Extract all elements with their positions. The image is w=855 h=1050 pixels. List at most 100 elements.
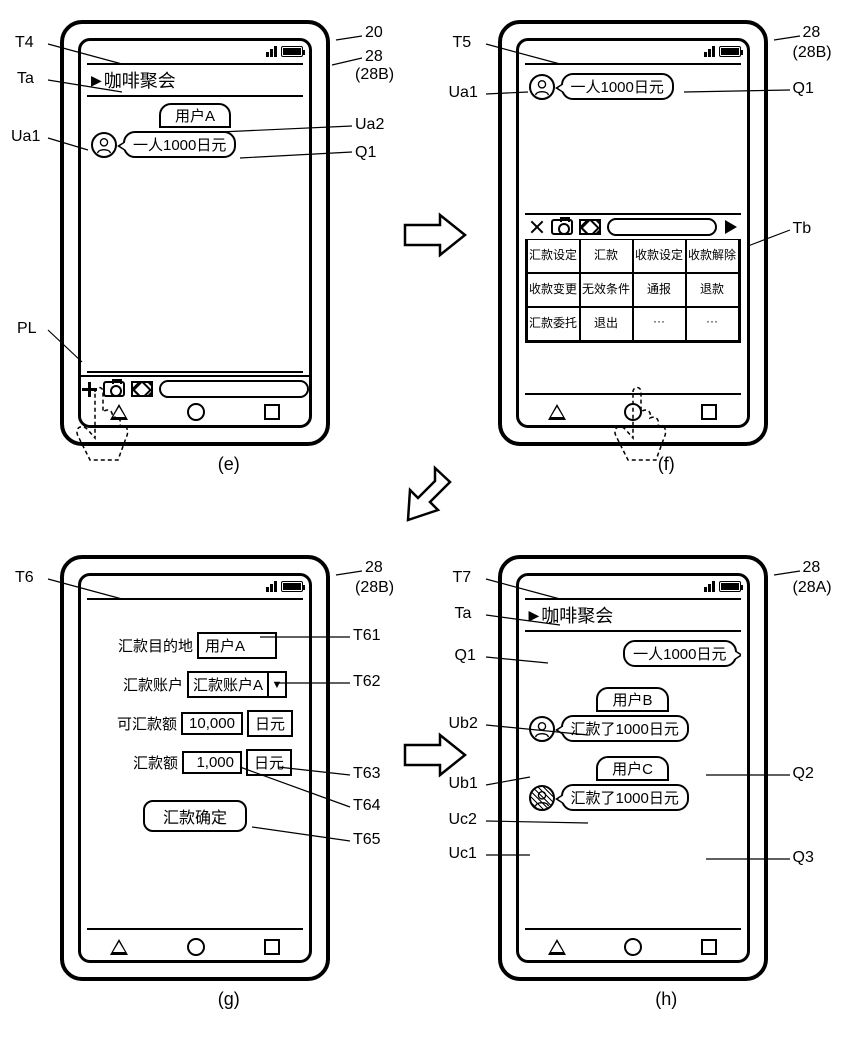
user-c-label: 用户C <box>596 756 669 781</box>
message-input[interactable] <box>159 380 309 398</box>
confirm-button[interactable]: 汇款确定 <box>143 800 247 832</box>
camera-icon[interactable] <box>551 219 573 235</box>
dest-label: 汇款目的地 <box>113 635 193 656</box>
menu-item[interactable]: 退款 <box>686 273 739 307</box>
avail-unit: 日元 <box>247 710 293 737</box>
label-28a: (28A) <box>792 579 833 597</box>
close-icon[interactable] <box>529 219 545 235</box>
nav-recent-icon[interactable] <box>264 939 280 955</box>
signal-icon <box>704 581 715 592</box>
nav-home-icon[interactable] <box>187 403 205 421</box>
nav-bar <box>81 932 309 960</box>
nav-bar <box>519 932 747 960</box>
label-28: 28 <box>364 559 384 577</box>
menu-item[interactable]: 汇款委托 <box>527 307 580 341</box>
label-t4: T4 <box>14 34 35 52</box>
menu-item[interactable]: 收款设定 <box>633 239 686 273</box>
panel-e: ▶ 咖啡聚会 用户A 一人1000日元 <box>10 10 408 505</box>
label-q1: Q1 <box>354 144 377 162</box>
arrow-right-icon: ▶ <box>529 607 540 624</box>
message-bubble: 一人1000日元 <box>561 73 674 100</box>
phone-screen: ▶ 咖啡聚会 一人1000日元 用户B 汇款了1000日元 用户C <box>516 573 750 963</box>
acct-label: 汇款账户 <box>103 674 183 695</box>
label-20: 20 <box>364 24 384 42</box>
message-input[interactable] <box>607 218 717 236</box>
signal-icon <box>266 581 277 592</box>
message-bubble: 一人1000日元 <box>123 131 236 158</box>
nav-home-icon[interactable] <box>187 938 205 956</box>
avatar-c-icon <box>529 785 555 811</box>
amt-unit: 日元 <box>246 749 292 776</box>
chat-title: ▶ 咖啡聚会 <box>525 600 741 632</box>
action-menu: 汇款设定 汇款 收款设定 收款解除 收款变更 无效条件 通报 退款 汇款委托 退… <box>525 239 741 343</box>
message-bubble-q3: 汇款了1000日元 <box>561 784 689 811</box>
flow-arrow-gh <box>400 730 470 780</box>
label-t63: T63 <box>352 765 382 783</box>
label-pl: PL <box>16 320 38 338</box>
menu-item[interactable]: ··· <box>633 307 686 341</box>
label-t65: T65 <box>352 831 382 849</box>
nav-recent-icon[interactable] <box>264 404 280 420</box>
amt-value[interactable]: 1,000 <box>182 751 242 774</box>
label-t61: T61 <box>352 627 382 645</box>
label-28b: (28B) <box>354 66 395 84</box>
status-bar <box>81 576 309 596</box>
flow-arrow-fg <box>380 460 460 540</box>
label-t64: T64 <box>352 797 382 815</box>
label-28: 28 <box>364 48 384 66</box>
avatar-b-icon <box>529 716 555 742</box>
chat-title: ▶ 咖啡聚会 <box>87 65 303 97</box>
nav-recent-icon[interactable] <box>701 939 717 955</box>
send-icon[interactable] <box>725 220 737 234</box>
signal-icon <box>266 46 277 57</box>
nav-home-icon[interactable] <box>624 938 642 956</box>
acct-value: 汇款账户A <box>189 673 269 696</box>
status-bar <box>519 41 747 61</box>
label-28b: (28B) <box>354 579 395 597</box>
label-t5: T5 <box>452 34 473 52</box>
battery-icon <box>719 46 741 57</box>
hand-cursor-icon <box>60 380 140 470</box>
chat-title-text: 咖啡聚会 <box>541 602 613 628</box>
label-28b: (28B) <box>792 44 833 62</box>
nav-back-icon[interactable] <box>548 404 566 420</box>
user-b-label: 用户B <box>596 687 668 712</box>
menu-item[interactable]: 退出 <box>580 307 633 341</box>
acct-dropdown[interactable]: 汇款账户A ▼ <box>187 671 287 698</box>
phone-screen: 汇款目的地 用户A 汇款账户 汇款账户A ▼ 可汇款额 10,000 日元 汇款 <box>78 573 312 963</box>
dest-value[interactable]: 用户A <box>197 632 277 659</box>
user-a-label: 用户A <box>159 103 231 128</box>
phone-screen: ▶ 咖啡聚会 用户A 一人1000日元 <box>78 38 312 428</box>
menu-item[interactable]: 汇款设定 <box>527 239 580 273</box>
nav-back-icon[interactable] <box>110 939 128 955</box>
label-ta: Ta <box>454 605 473 623</box>
panel-h: ▶ 咖啡聚会 一人1000日元 用户B 汇款了1000日元 用户C <box>448 545 846 1040</box>
message-bubble-q2: 汇款了1000日元 <box>561 715 689 742</box>
label-q3: Q3 <box>792 849 815 867</box>
menu-item[interactable]: 无效条件 <box>580 273 633 307</box>
nav-back-icon[interactable] <box>548 939 566 955</box>
signal-icon <box>704 46 715 57</box>
label-ua2: Ua2 <box>354 116 385 134</box>
label-tb: Tb <box>792 220 813 238</box>
label-t6: T6 <box>14 569 35 587</box>
flow-arrow-ef <box>400 210 470 260</box>
label-q1: Q1 <box>454 647 477 665</box>
menu-item[interactable]: 收款变更 <box>527 273 580 307</box>
panel-f: 一人1000日元 汇款设定 汇款 收款设定 收款解除 收款变更 无效条件 <box>448 10 846 505</box>
hand-cursor-icon <box>598 380 678 470</box>
amt-label: 汇款额 <box>98 752 178 773</box>
picture-icon[interactable] <box>579 219 601 235</box>
menu-item[interactable]: 汇款 <box>580 239 633 273</box>
label-ua1: Ua1 <box>448 84 479 102</box>
phone-frame: 汇款目的地 用户A 汇款账户 汇款账户A ▼ 可汇款额 10,000 日元 汇款 <box>60 555 330 981</box>
status-bar <box>81 41 309 61</box>
arrow-right-icon: ▶ <box>91 72 102 89</box>
label-q2: Q2 <box>792 765 815 783</box>
label-28: 28 <box>802 559 822 577</box>
nav-recent-icon[interactable] <box>701 404 717 420</box>
menu-item[interactable]: ··· <box>686 307 739 341</box>
label-t62: T62 <box>352 673 382 691</box>
menu-item[interactable]: 通报 <box>633 273 686 307</box>
menu-item[interactable]: 收款解除 <box>686 239 739 273</box>
